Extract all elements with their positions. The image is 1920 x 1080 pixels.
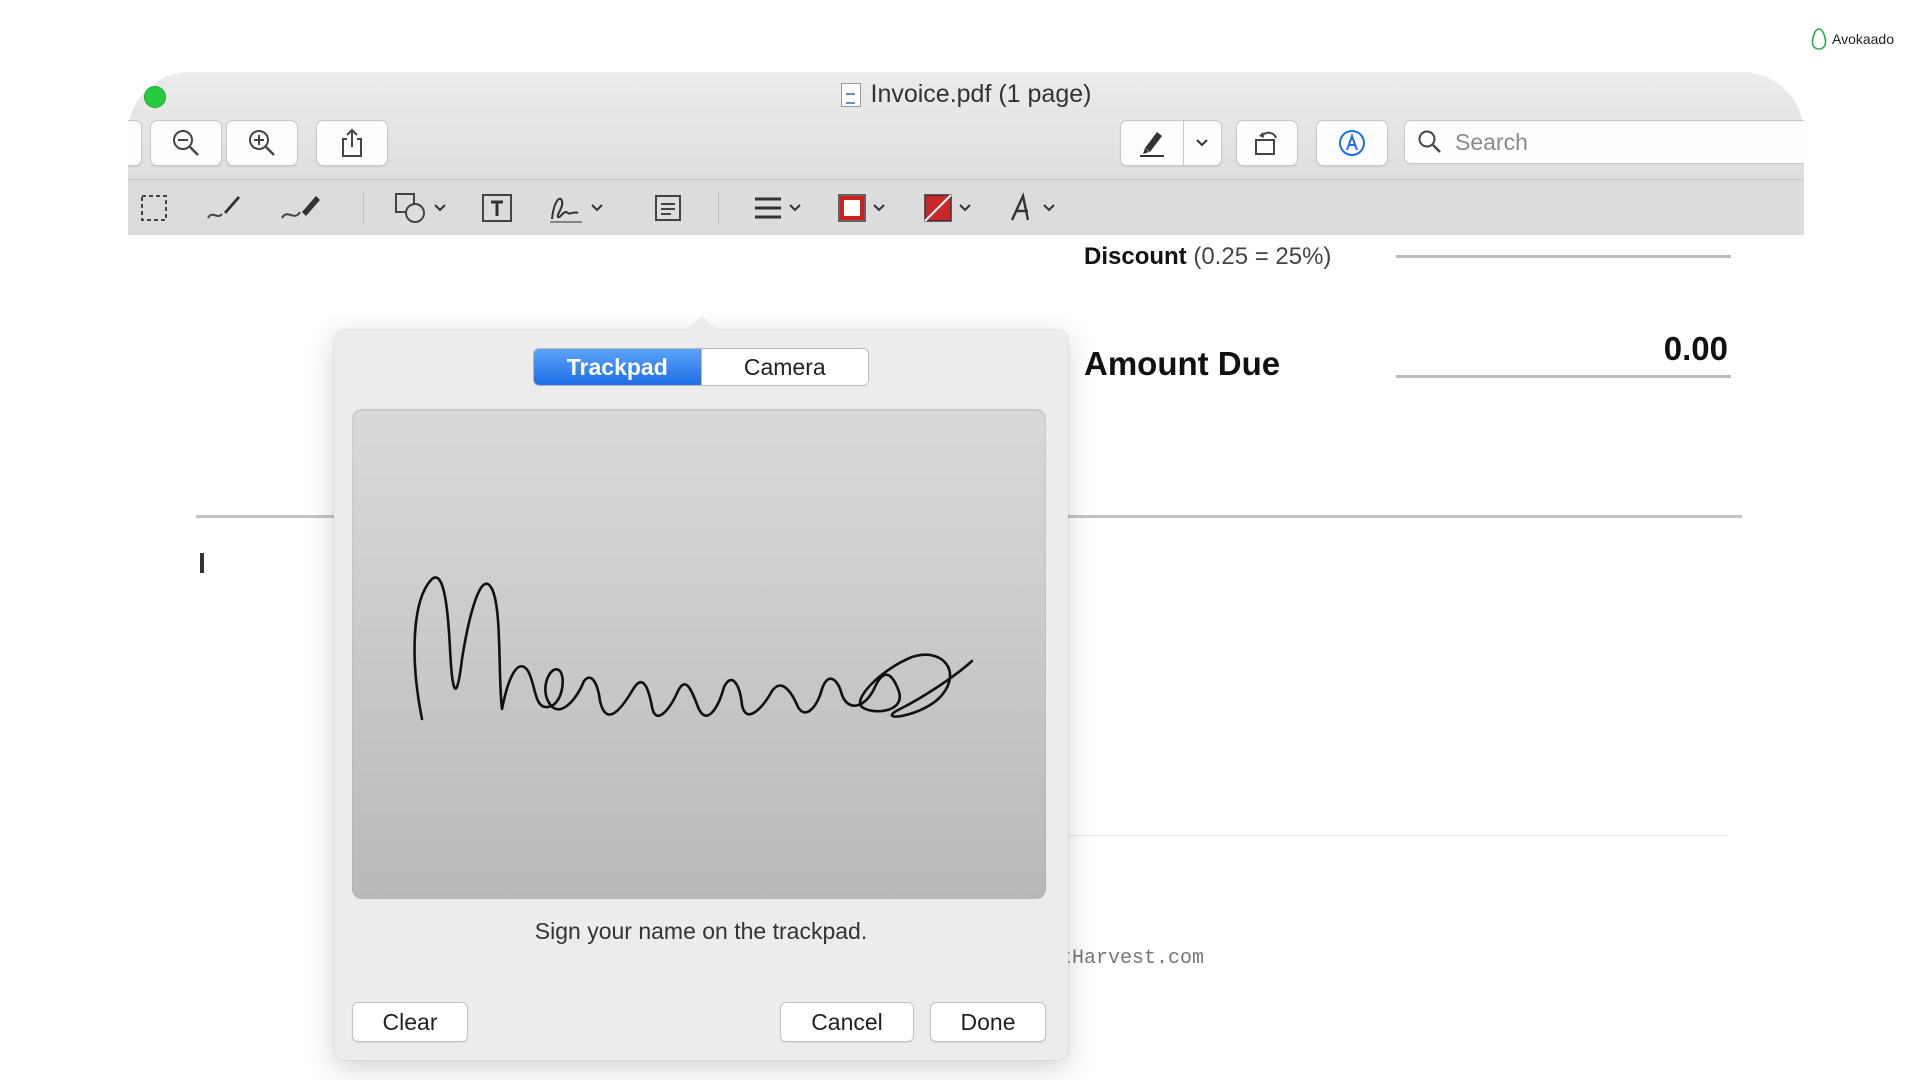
border-color-tool[interactable] bbox=[836, 190, 886, 226]
draw-icon bbox=[281, 196, 320, 219]
text-tool[interactable] bbox=[480, 190, 514, 226]
search-field[interactable] bbox=[1404, 120, 1804, 164]
highlight-main[interactable] bbox=[1121, 121, 1184, 165]
toolbar-separator bbox=[718, 192, 719, 224]
sketch-icon bbox=[207, 196, 240, 219]
text-style-tool[interactable] bbox=[1008, 190, 1056, 226]
rotate-icon bbox=[1255, 131, 1277, 155]
title-bar: Invoice.pdf (1 page) bbox=[128, 72, 1804, 179]
note-icon bbox=[655, 195, 681, 221]
brand-logo: Avokaado bbox=[1811, 28, 1894, 50]
discount-field-underline bbox=[1396, 255, 1731, 258]
search-icon bbox=[1418, 130, 1441, 153]
shape-style-icon bbox=[755, 197, 781, 219]
window-title-text: Invoice.pdf (1 page) bbox=[870, 80, 1092, 108]
selection-tool[interactable] bbox=[138, 190, 170, 226]
done-button[interactable]: Done bbox=[930, 1002, 1046, 1042]
zoom-out-icon bbox=[173, 130, 199, 156]
highlight-button[interactable] bbox=[1120, 120, 1222, 166]
sketch-tool[interactable] bbox=[204, 190, 244, 226]
signature-instruction: Sign your name on the trackpad. bbox=[534, 918, 868, 944]
search-input[interactable] bbox=[1453, 127, 1797, 157]
fill-color-tool[interactable] bbox=[922, 190, 972, 226]
zoom-in-button[interactable] bbox=[226, 120, 298, 166]
chevron-down-icon bbox=[434, 204, 446, 212]
markup-icon bbox=[1339, 130, 1365, 156]
pdf-text-fragment bbox=[200, 553, 204, 573]
note-tool[interactable] bbox=[652, 190, 684, 226]
tab-trackpad[interactable]: Trackpad bbox=[534, 349, 701, 385]
rectangular-selection-icon bbox=[141, 195, 167, 221]
window-title: Invoice.pdf (1 page) bbox=[128, 80, 1804, 109]
highlight-menu-chevron[interactable] bbox=[1184, 121, 1220, 165]
text-style-icon bbox=[1010, 192, 1030, 221]
toolbar-separator bbox=[363, 192, 364, 224]
signature-pad[interactable] bbox=[352, 409, 1046, 899]
amount-due-label: Amount Due bbox=[1084, 345, 1281, 382]
popover-arrow bbox=[686, 316, 718, 330]
zoom-in-icon bbox=[249, 130, 275, 156]
chevron-down-icon bbox=[1196, 139, 1208, 147]
chevron-down-icon bbox=[959, 204, 971, 212]
share-button[interactable] bbox=[316, 120, 388, 166]
zoom-out-button[interactable] bbox=[150, 120, 222, 166]
brand-name: Avokaado bbox=[1831, 31, 1894, 47]
text-box-icon bbox=[482, 194, 512, 222]
rotate-button[interactable] bbox=[1236, 120, 1298, 166]
cancel-button[interactable]: Cancel bbox=[780, 1002, 914, 1042]
highlighter-icon bbox=[1140, 132, 1164, 157]
amount-due-value: 0.00 bbox=[1663, 330, 1728, 367]
fill-color-icon bbox=[924, 194, 952, 222]
signature-tool[interactable] bbox=[546, 190, 604, 226]
signature-icon bbox=[550, 197, 582, 223]
shapes-icon bbox=[395, 193, 425, 223]
shape-style-tool[interactable] bbox=[752, 190, 802, 226]
tab-camera[interactable]: Camera bbox=[700, 349, 868, 385]
amount-due-underline bbox=[1396, 375, 1731, 378]
discount-hint: (0.25 = 25%) bbox=[1193, 243, 1332, 270]
sidebar-button[interactable] bbox=[128, 120, 142, 166]
handwritten-signature bbox=[413, 576, 974, 721]
chevron-down-icon bbox=[789, 204, 801, 212]
chevron-down-icon bbox=[591, 204, 603, 212]
discount-label: Discount bbox=[1084, 243, 1187, 270]
chevron-down-icon bbox=[873, 204, 885, 212]
preview-window: Invoice.pdf (1 page) Search Discount (0.… bbox=[128, 72, 1804, 1080]
markup-toolbar bbox=[128, 179, 1804, 237]
pdf-document-icon bbox=[840, 82, 861, 107]
clear-button[interactable]: Clear bbox=[352, 1002, 468, 1042]
chevron-down-icon bbox=[1043, 204, 1055, 212]
border-color-icon bbox=[838, 194, 866, 222]
draw-tool[interactable] bbox=[278, 190, 324, 226]
avocado-icon bbox=[1811, 28, 1827, 50]
signature-popover: Trackpad Camera Sign your name on the tr… bbox=[334, 316, 1068, 1060]
discount-row: Discount (0.25 = 25%) bbox=[1084, 243, 1331, 271]
markup-toolbar-button[interactable] bbox=[1316, 120, 1388, 166]
shapes-tool[interactable] bbox=[393, 190, 447, 226]
share-icon bbox=[342, 128, 362, 157]
signature-source-tabs: Trackpad Camera bbox=[533, 348, 869, 386]
